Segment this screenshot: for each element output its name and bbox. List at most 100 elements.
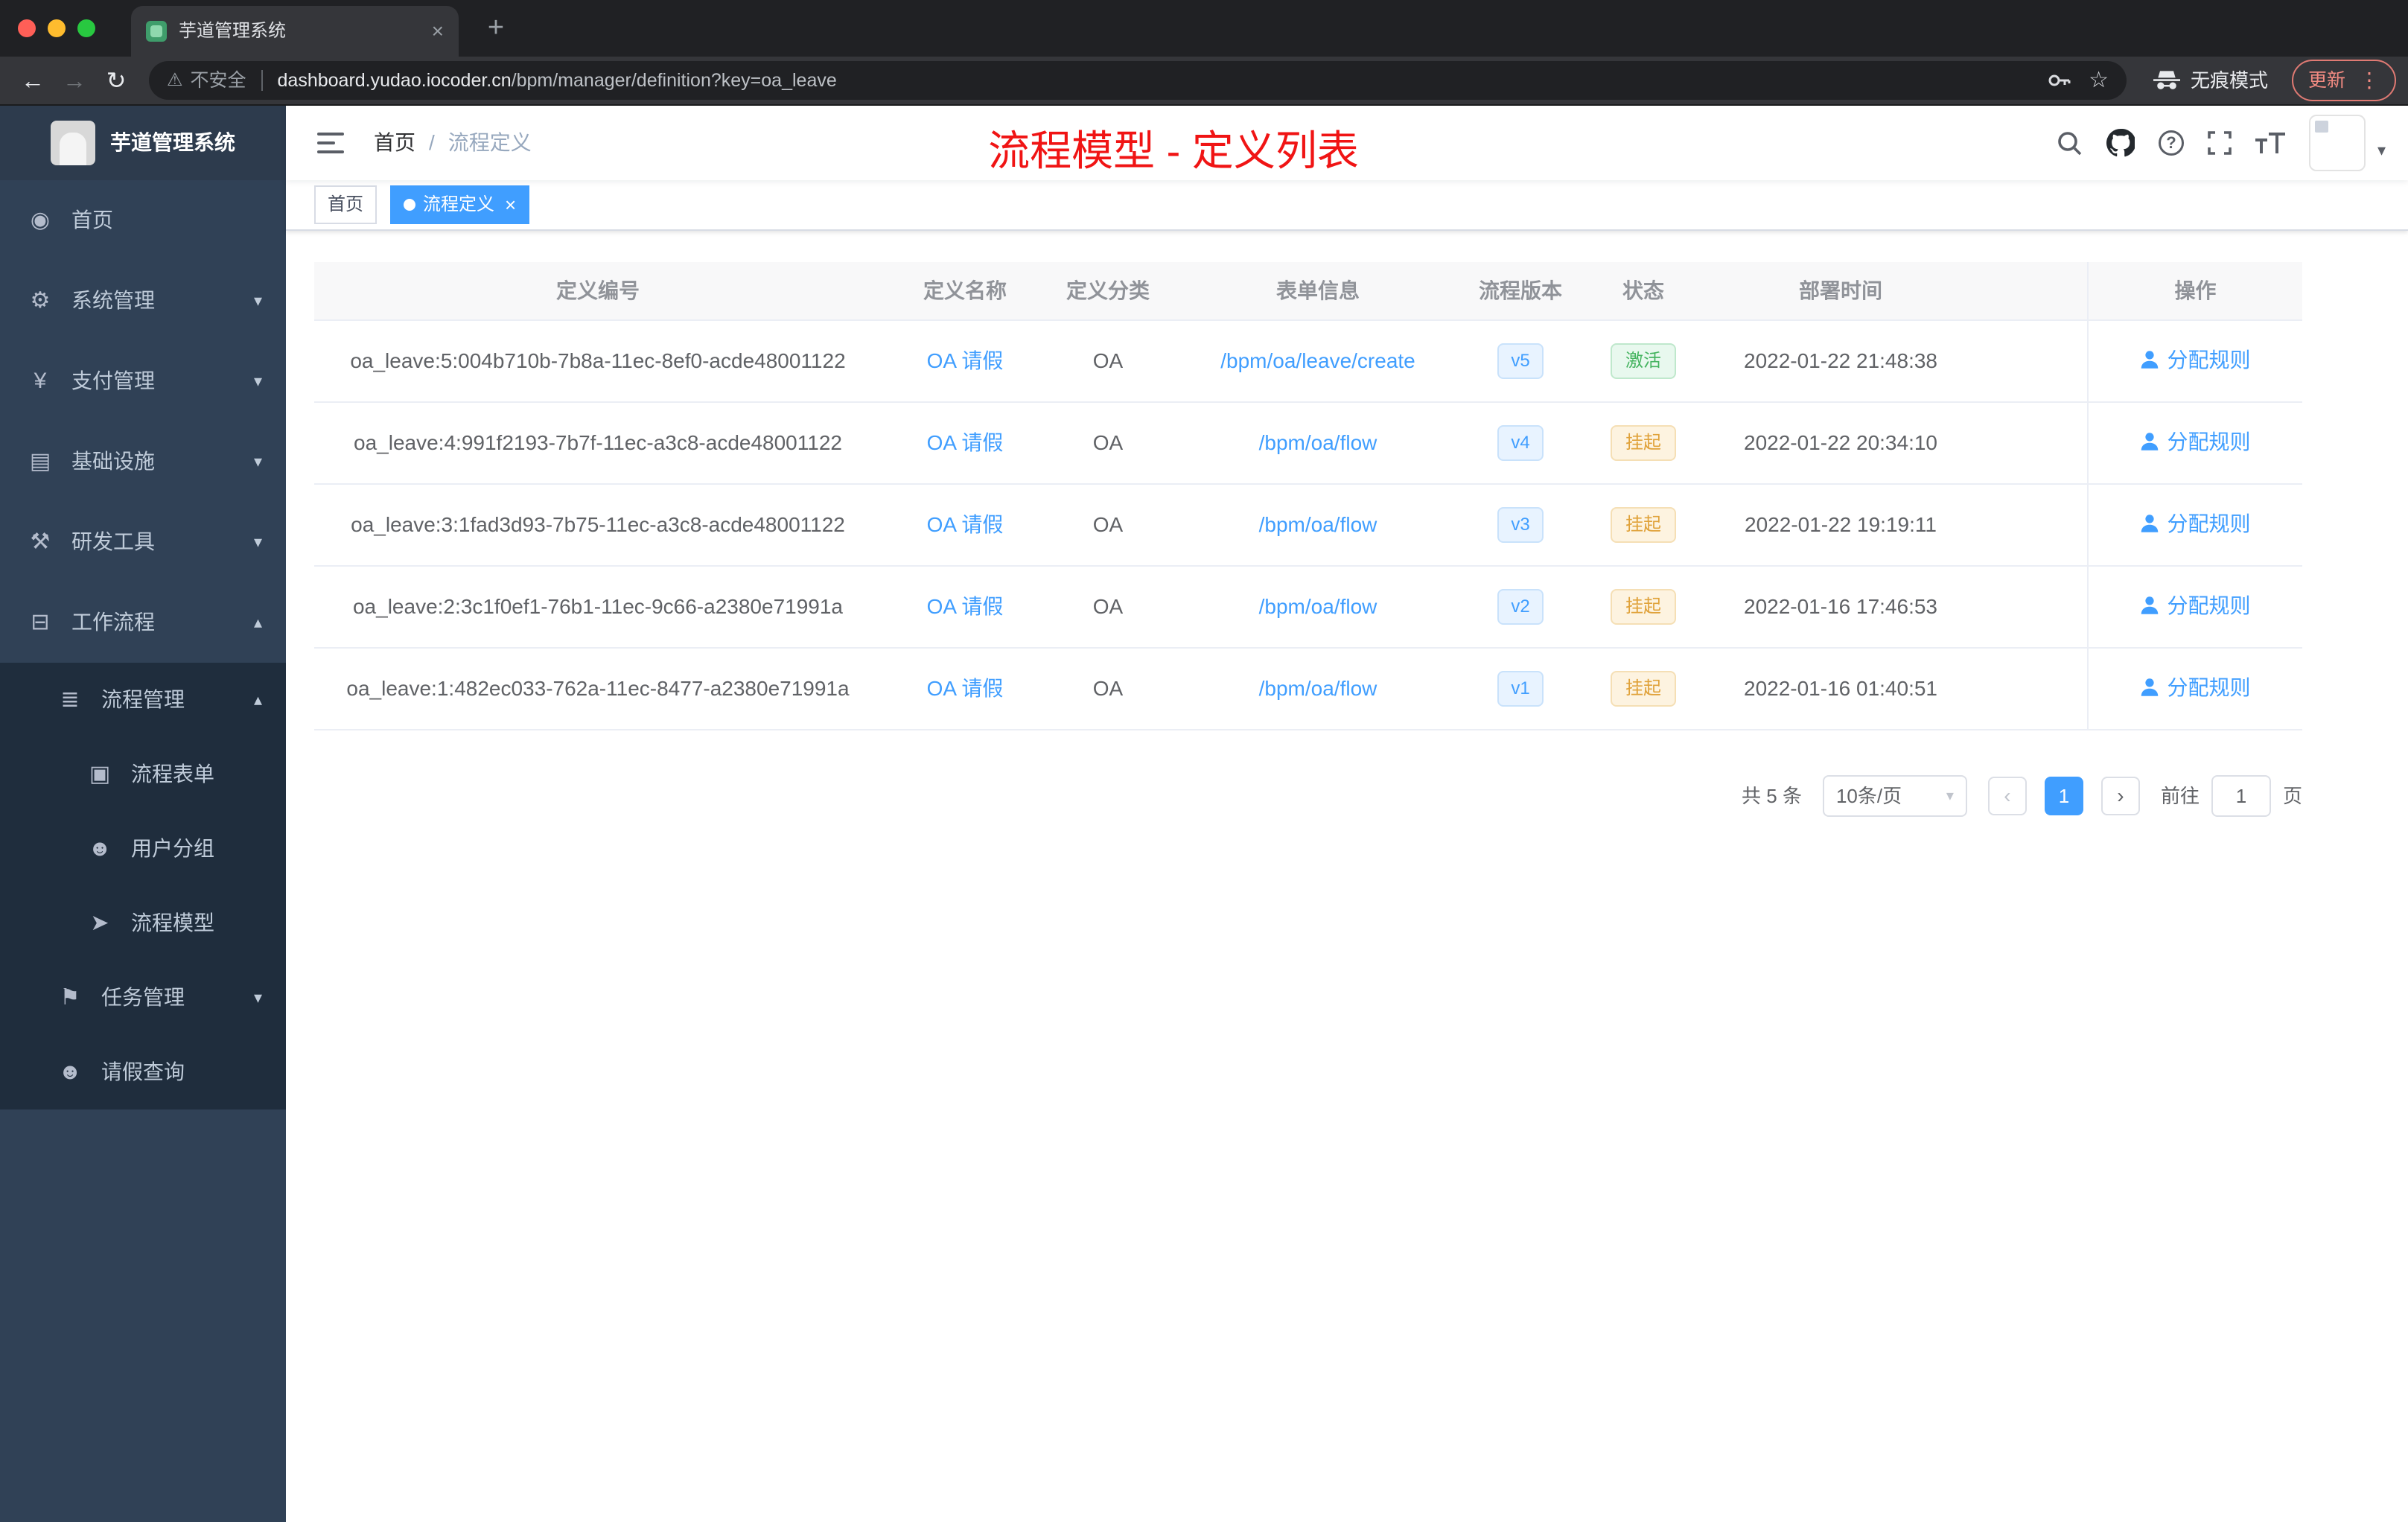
form-link[interactable]: /bpm/oa/flow	[1259, 595, 1377, 618]
chevron-down-icon: ▾	[253, 371, 262, 390]
chevron-down-icon: ▾	[253, 987, 262, 1007]
tab-close-icon[interactable]: ×	[432, 16, 444, 45]
browser-toolbar: ← → ↻ ⚠ 不安全 dashboard.yudao.iocoder.cn/b…	[0, 57, 2408, 106]
definition-name-link[interactable]: OA 请假	[927, 677, 1004, 700]
browser-tab[interactable]: 芋道管理系统 ×	[131, 6, 459, 57]
cell-deploy-time: 2022-01-22 21:48:38	[1714, 320, 1967, 403]
font-size-icon[interactable]	[2255, 133, 2285, 153]
bookmark-star-icon[interactable]: ☆	[2089, 65, 2109, 96]
definition-name-link[interactable]: OA 请假	[927, 595, 1004, 618]
sidebar-item-process-form[interactable]: ▣ 流程表单	[0, 737, 286, 812]
github-icon[interactable]	[2106, 129, 2135, 157]
cell-category: OA	[1048, 566, 1168, 649]
sidebar-item-task-management[interactable]: ⚑ 任务管理 ▾	[0, 961, 286, 1035]
sidebar-item-leave-query[interactable]: ☻ 请假查询	[0, 1035, 286, 1109]
cell-definition-id: oa_leave:5:004b710b-7b8a-11ec-8ef0-acde4…	[314, 320, 882, 403]
url-host: dashboard.yudao.iocoder.cn	[277, 69, 512, 91]
col-spacer	[1967, 262, 2088, 321]
definition-name-link[interactable]: OA 请假	[927, 431, 1004, 454]
assign-rule-link[interactable]: 分配规则	[2140, 591, 2251, 620]
tag-home[interactable]: 首页	[314, 185, 377, 224]
window-controls	[0, 19, 113, 37]
window-close-button[interactable]	[18, 19, 36, 37]
browser-menu-kebab-icon[interactable]: ⋮	[2359, 66, 2380, 95]
form-link[interactable]: /bpm/oa/flow	[1259, 431, 1377, 454]
avatar[interactable]	[2308, 115, 2366, 171]
cell-category: OA	[1048, 402, 1168, 485]
sidebar-item-home[interactable]: ◉ 首页	[0, 180, 286, 261]
search-icon[interactable]	[2056, 130, 2083, 156]
assign-rule-link[interactable]: 分配规则	[2140, 346, 2251, 375]
sidebar-item-infrastructure[interactable]: ▤ 基础设施 ▾	[0, 421, 286, 502]
assign-rule-link[interactable]: 分配规则	[2140, 509, 2251, 538]
tag-process-definition[interactable]: 流程定义 ×	[390, 185, 530, 224]
breadcrumb: 首页 / 流程定义	[374, 128, 532, 157]
table-row: oa_leave:2:3c1f0ef1-76b1-11ec-9c66-a2380…	[314, 566, 2302, 649]
col-definition-id: 定义编号	[314, 262, 882, 321]
incognito-icon	[2153, 70, 2180, 91]
user-icon: ☻	[58, 1060, 82, 1084]
app-logo[interactable]: 芋道管理系统	[0, 106, 286, 180]
page-size-select[interactable]: 10条/页 ▾	[1822, 775, 1967, 817]
tool-icon: ⚒	[30, 529, 51, 554]
cell-spacer	[1967, 648, 2088, 730]
window-minimize-button[interactable]	[48, 19, 66, 37]
users-icon: ☻	[88, 836, 112, 861]
goto-page-input[interactable]	[2211, 775, 2271, 817]
address-bar[interactable]: ⚠ 不安全 dashboard.yudao.iocoder.cn/bpm/man…	[149, 61, 2127, 100]
url-path: /bpm/manager/definition?key=oa_leave	[511, 69, 837, 91]
assign-rule-link[interactable]: 分配规则	[2140, 427, 2251, 456]
browser-tabstrip: 芋道管理系统 × +	[0, 0, 2408, 57]
annotation-overlay: 流程模型 - 定义列表	[988, 127, 1359, 174]
status-badge: 激活	[1611, 343, 1676, 379]
workflow-submenu: ≣ 流程管理 ▴ ▣ 流程表单 ☻ 用户分组 ➤ 流程模型 ⚑ 任务管理 ▾ ☻…	[0, 663, 286, 1109]
chrome-update-button[interactable]: 更新 ⋮	[2291, 60, 2396, 101]
next-page-button[interactable]: ›	[2100, 777, 2140, 815]
forward-button[interactable]: →	[54, 60, 95, 101]
form-link[interactable]: /bpm/oa/flow	[1259, 513, 1377, 536]
definition-name-link[interactable]: OA 请假	[927, 513, 1004, 536]
back-button[interactable]: ←	[12, 60, 54, 101]
sidebar: 芋道管理系统 ◉ 首页 ⚙ 系统管理 ▾ ¥ 支付管理 ▾ ▤ 基础设施 ▾ ⚒…	[0, 106, 286, 1522]
help-icon[interactable]: ?	[2158, 130, 2184, 156]
sidebar-item-process-model[interactable]: ➤ 流程模型	[0, 886, 286, 961]
sidebar-item-user-group[interactable]: ☻ 用户分组	[0, 812, 286, 886]
password-key-icon[interactable]	[2047, 69, 2071, 92]
fullscreen-icon[interactable]	[2208, 131, 2232, 155]
current-page-button[interactable]: 1	[2044, 777, 2083, 815]
avatar-caret-down-icon[interactable]: ▾	[2377, 139, 2386, 162]
form-link[interactable]: /bpm/oa/flow	[1259, 677, 1377, 700]
col-form-info: 表单信息	[1168, 262, 1468, 321]
assign-rule-link[interactable]: 分配规则	[2140, 673, 2251, 702]
col-deploy-time: 部署时间	[1714, 262, 1967, 321]
breadcrumb-home[interactable]: 首页	[374, 128, 415, 157]
reload-button[interactable]: ↻	[95, 60, 137, 101]
sidebar-item-dev-tools[interactable]: ⚒ 研发工具 ▾	[0, 502, 286, 582]
table-row: oa_leave:5:004b710b-7b8a-11ec-8ef0-acde4…	[314, 320, 2302, 403]
version-badge: v1	[1497, 671, 1544, 707]
cell-definition-id: oa_leave:3:1fad3d93-7b75-11ec-a3c8-acde4…	[314, 484, 882, 567]
prev-page-button[interactable]: ‹	[1987, 777, 2027, 815]
col-process-version: 流程版本	[1468, 262, 1573, 321]
cell-definition-id: oa_leave:4:991f2193-7b7f-11ec-a3c8-acde4…	[314, 402, 882, 485]
status-badge: 挂起	[1611, 507, 1676, 543]
sidebar-item-workflow[interactable]: ⊟ 工作流程 ▴	[0, 582, 286, 663]
table-row: oa_leave:1:482ec033-762a-11ec-8477-a2380…	[314, 648, 2302, 730]
tag-close-icon[interactable]: ×	[505, 191, 516, 218]
sidebar-item-payment-management[interactable]: ¥ 支付管理 ▾	[0, 341, 286, 421]
version-badge: v5	[1497, 343, 1544, 379]
definition-name-link[interactable]: OA 请假	[927, 349, 1004, 372]
col-actions: 操作	[2087, 262, 2302, 321]
sidebar-item-system-management[interactable]: ⚙ 系统管理 ▾	[0, 261, 286, 341]
status-badge: 挂起	[1611, 671, 1676, 707]
hamburger-icon[interactable]	[308, 132, 353, 154]
new-tab-button[interactable]: +	[477, 8, 515, 48]
col-definition-name: 定义名称	[882, 262, 1048, 321]
window-maximize-button[interactable]	[77, 19, 95, 37]
sidebar-item-process-management[interactable]: ≣ 流程管理 ▴	[0, 663, 286, 737]
cell-deploy-time: 2022-01-22 20:34:10	[1714, 402, 1967, 485]
security-warning-label[interactable]: 不安全	[191, 68, 246, 94]
incognito-badge: 无痕模式	[2138, 67, 2283, 94]
cell-spacer	[1967, 402, 2088, 485]
form-link[interactable]: /bpm/oa/leave/create	[1220, 349, 1415, 372]
